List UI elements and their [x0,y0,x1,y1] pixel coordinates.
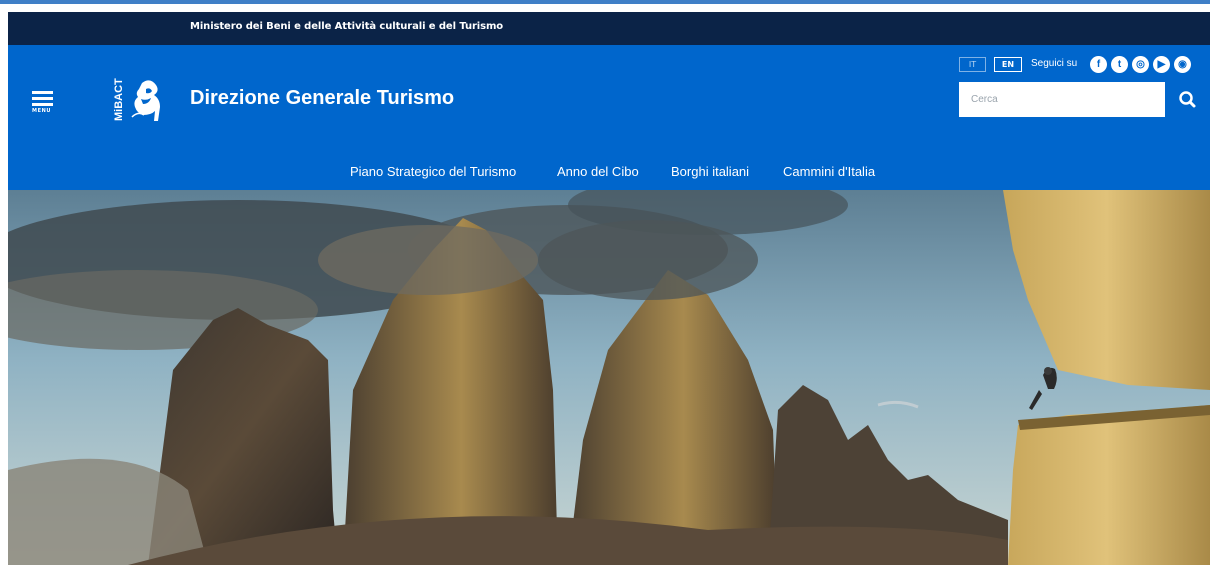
menu-label: MENU [32,108,52,114]
ministry-bar: Ministero dei Beni e delle Attività cult… [8,12,1210,45]
youtube-icon[interactable]: ▶ [1153,56,1170,73]
main-nav: Piano Strategico del Turismo Anno del Ci… [8,154,1210,190]
follow-label: Seguici su [1031,58,1078,69]
ministry-link[interactable]: Ministero dei Beni e delle Attività cult… [190,21,503,32]
facebook-icon[interactable]: f [1090,56,1107,73]
hero-image [8,190,1210,565]
mibact-logo[interactable]: MiBACT [108,75,170,125]
hamburger-icon-line [32,103,53,106]
instagram-icon[interactable]: ◎ [1132,56,1149,73]
nav-item-borghi-italiani[interactable]: Borghi italiani [671,164,749,179]
logo-text: MiBACT [113,78,125,121]
lang-it-button[interactable]: IT [959,57,986,72]
top-accent-bar [0,0,1210,4]
hamburger-icon-line [32,97,53,100]
search-button[interactable] [1165,82,1210,117]
lang-en-button[interactable]: EN [994,57,1022,72]
search-input[interactable] [959,82,1165,117]
nav-item-cammini-italia[interactable]: Cammini d'Italia [783,164,875,179]
twitter-icon[interactable]: t [1111,56,1128,73]
search-icon [1179,91,1196,108]
nav-item-piano-strategico[interactable]: Piano Strategico del Turismo [350,164,516,179]
other-social-icon[interactable]: ◉ [1174,56,1191,73]
nav-item-anno-del-cibo[interactable]: Anno del Cibo [557,164,639,179]
site-title[interactable]: Direzione Generale Turismo [190,87,454,110]
menu-button[interactable]: MENU [32,91,56,114]
page: Ministero dei Beni e delle Attività cult… [0,0,1210,565]
dolomites-landscape-image [8,190,1210,565]
hamburger-icon [32,91,53,94]
site-header: MENU MiBACT Direzione Generale Turismo I… [8,45,1210,154]
